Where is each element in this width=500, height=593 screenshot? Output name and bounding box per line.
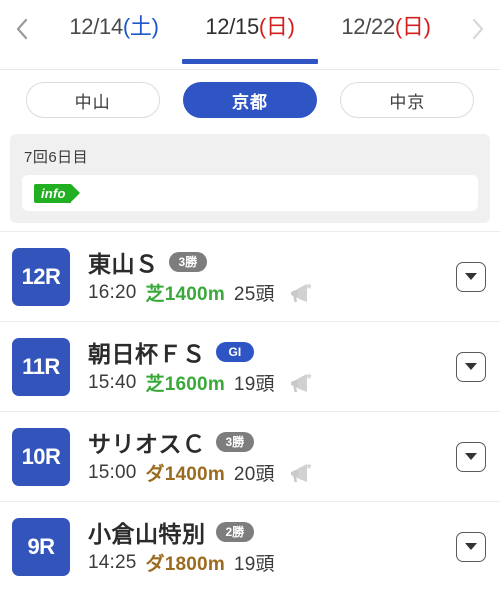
race-number-badge: 9R [12, 517, 70, 576]
race-row[interactable]: 11R 朝日杯ＦＳ GI 15:40 芝1600m 19頭 [0, 321, 500, 411]
race-horse-count: 20頭 [233, 464, 275, 485]
race-course-distance: 芝1600m [145, 374, 225, 395]
race-details: 小倉山特別 2勝 14:25 ダ1800m 19頭 [70, 517, 456, 577]
race-title-line: サリオスＣ 3勝 [88, 427, 456, 457]
race-expand-button[interactable] [456, 261, 486, 292]
race-title: 朝日杯ＦＳ [88, 340, 206, 367]
chevron-down-icon [465, 363, 477, 370]
chevron-down-icon [465, 453, 477, 460]
race-title-line: 小倉山特別 2勝 [88, 517, 456, 547]
race-list: 12R 東山Ｓ 3勝 16:20 芝1400m 25頭 11R 朝日杯ＦＳ GI… [0, 231, 500, 593]
race-course-distance: 芝1400m [145, 284, 225, 305]
race-horse-count: 19頭 [233, 554, 275, 575]
race-course-distance: ダ1400m [145, 464, 225, 485]
info-message-box: info [22, 175, 478, 211]
race-schedule-screen: 12/14(土) 12/15(日) 12/22(日) 中山 京都 中京 7回6日… [0, 0, 500, 593]
race-details: サリオスＣ 3勝 15:00 ダ1400m 20頭 [70, 427, 456, 487]
megaphone-icon [290, 282, 312, 302]
date-tab-2[interactable]: 12/22(日) [318, 0, 454, 64]
race-meta-line: 15:00 ダ1400m 20頭 [88, 459, 456, 487]
race-meta-line: 16:20 芝1400m 25頭 [88, 279, 456, 307]
selected-tab-underline [182, 59, 318, 64]
date-tab-2-date: 12/22 [341, 14, 395, 39]
race-grade-badge: GI [215, 341, 255, 362]
race-meta-line: 15:40 芝1600m 19頭 [88, 369, 456, 397]
race-row[interactable]: 9R 小倉山特別 2勝 14:25 ダ1800m 19頭 [0, 501, 500, 591]
race-post-time: 16:20 [88, 281, 137, 303]
race-post-time: 15:00 [88, 461, 137, 483]
race-expand-button[interactable] [456, 351, 486, 382]
race-row[interactable]: 10R サリオスＣ 3勝 15:00 ダ1400m 20頭 [0, 411, 500, 501]
race-number-badge: 11R [12, 337, 70, 396]
race-grade-badge: 2勝 [215, 521, 255, 542]
megaphone-icon [290, 462, 312, 482]
date-tab-bar: 12/14(土) 12/15(日) 12/22(日) [0, 0, 500, 70]
venue-pill-0[interactable]: 中山 [25, 82, 160, 118]
date-tab-0-date: 12/14 [69, 14, 123, 39]
info-tag-icon[interactable]: info [34, 183, 80, 203]
prev-date-arrow-icon[interactable] [0, 0, 44, 58]
race-row[interactable]: 12R 東山Ｓ 3勝 16:20 芝1400m 25頭 [0, 231, 500, 321]
date-tabs: 12/14(土) 12/15(日) 12/22(日) [44, 0, 456, 64]
race-title: 東山Ｓ [88, 250, 159, 277]
meeting-day-label: 7回6日目 [24, 149, 89, 166]
race-post-time: 15:40 [88, 371, 137, 393]
race-horse-count: 25頭 [233, 284, 275, 305]
info-panel-wrapper: 7回6日目 info [0, 130, 500, 231]
race-grade-badge: 3勝 [215, 431, 255, 452]
race-details: 東山Ｓ 3勝 16:20 芝1400m 25頭 [70, 247, 456, 307]
race-expand-button[interactable] [456, 531, 486, 562]
race-title-line: 朝日杯ＦＳ GI [88, 337, 456, 367]
race-number-badge: 10R [12, 427, 70, 486]
date-tab-2-dow: (日) [394, 14, 431, 39]
info-tag-label: info [41, 185, 66, 201]
race-expand-button[interactable] [456, 441, 486, 472]
race-grade-badge: 3勝 [168, 251, 208, 272]
date-tab-1[interactable]: 12/15(日) [182, 0, 318, 64]
race-number-badge: 12R [12, 247, 70, 306]
race-horse-count: 19頭 [233, 374, 275, 395]
race-title: 小倉山特別 [88, 520, 206, 547]
date-tab-0[interactable]: 12/14(土) [46, 0, 182, 64]
race-meta-line: 14:25 ダ1800m 19頭 [88, 549, 456, 577]
venue-pill-1[interactable]: 京都 [182, 82, 317, 118]
chevron-down-icon [465, 273, 477, 280]
megaphone-icon [290, 372, 312, 392]
date-tab-0-dow: (土) [122, 14, 159, 39]
next-date-arrow-icon[interactable] [456, 0, 500, 58]
venue-selector: 中山 京都 中京 [0, 70, 500, 130]
race-post-time: 14:25 [88, 551, 137, 573]
venue-pill-2[interactable]: 中京 [340, 82, 475, 118]
race-title: サリオスＣ [88, 430, 206, 457]
race-course-distance: ダ1800m [145, 554, 225, 575]
date-tab-1-date: 12/15 [205, 14, 259, 39]
race-details: 朝日杯ＦＳ GI 15:40 芝1600m 19頭 [70, 337, 456, 397]
date-tab-1-dow: (日) [258, 14, 295, 39]
chevron-down-icon [465, 543, 477, 550]
race-title-line: 東山Ｓ 3勝 [88, 247, 456, 277]
info-panel: 7回6日目 info [10, 134, 490, 223]
